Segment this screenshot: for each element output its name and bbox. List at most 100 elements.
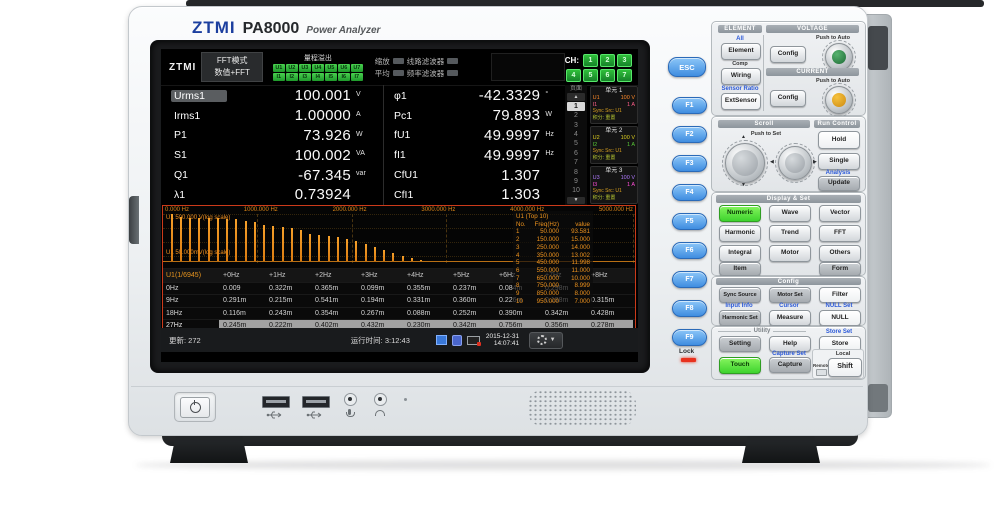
top10-freq: 550.000 [527,267,559,275]
top10-value: 13.002 [559,252,590,260]
display-button-fft[interactable]: FFT [819,225,861,242]
measurement-row[interactable]: λ10.73924 [171,185,378,205]
page-number[interactable]: 10 [567,186,585,195]
display-mode-box[interactable]: FFT模式 数值+FFT [201,52,263,82]
element-button[interactable]: Element [721,43,761,60]
page-down-icon[interactable]: ▼ [567,197,585,204]
measurement-row[interactable]: fI149.9997Hz [391,145,561,165]
measurement-row[interactable]: Q1-67.345var [171,165,378,185]
page-number[interactable]: 4 [567,130,585,139]
axis-tick-label: 2000.000 Hz [333,207,367,213]
fkey-f2[interactable]: F2 [672,126,707,143]
touch-button[interactable]: Touch [719,357,761,374]
measurement-value: 1.303 [431,186,540,203]
fkey-f7[interactable]: F7 [672,271,707,288]
null-button[interactable]: NULL [819,310,861,326]
fkey-f8[interactable]: F8 [672,300,707,317]
element-integration-status: 积分: 重置 [593,115,635,122]
measurement-row[interactable]: φ1-42.3329° [391,86,561,106]
ext-sensor-button[interactable]: ExtSensor [721,93,761,110]
display-button-vector[interactable]: Vector [819,205,861,222]
model-subtitle: Power Analyzer [306,25,380,36]
page-number[interactable]: 8 [567,167,585,176]
voltage-range-knob[interactable] [825,43,853,71]
item-button[interactable]: Item [719,262,761,276]
measurement-row[interactable]: CfU11.307 [391,165,561,185]
display-set-section: Display & Set NumericWaveVectorHarmonicT… [711,192,866,276]
display-button-motor[interactable]: Motor [769,245,811,262]
fkey-f3[interactable]: F3 [672,155,707,172]
shift-button[interactable]: Shift [828,358,862,377]
current-config-button[interactable]: Config [770,90,806,107]
motor-set-button[interactable]: Motor Set [769,287,811,303]
usb-icon [266,410,284,420]
fkey-f5[interactable]: F5 [672,213,707,230]
top10-value: 11.000 [559,267,590,275]
fft-harmonic-bar [337,237,339,262]
esc-button[interactable]: ESC [668,57,706,77]
top10-row: 150.00093.581 [516,228,590,236]
setting-button[interactable]: Setting [719,336,761,352]
display-button-numeric[interactable]: Numeric [719,205,761,222]
sync-source-button[interactable]: Sync Source [719,287,761,303]
page-strip-label: 页面 [570,85,582,92]
filter-button[interactable]: Filter [819,287,861,303]
fkey-f4[interactable]: F4 [672,184,707,201]
measurement-row[interactable]: Urms1100.001V [171,86,378,106]
lcd-screen[interactable]: ZTMI FFT模式 数值+FFT 量程溢出 U1U2U3U4U5U6U7 I1… [161,49,638,362]
update-button[interactable]: Update [818,176,860,191]
measurement-value: -67.345 [227,167,351,184]
top10-title: U1 (Top 10) [516,213,590,221]
display-button-harmonic[interactable]: Harmonic [719,225,761,242]
table-cell [587,283,633,294]
top10-no: 3 [516,244,527,252]
scroll-knob-vertical[interactable] [725,143,765,183]
element-info-box: 单元 1U1100 VI11 ASync Src: U1积分: 重置 [590,86,638,124]
measurement-row[interactable]: Pc179.893W [391,106,561,126]
fkey-f6[interactable]: F6 [672,242,707,259]
display-button-integral[interactable]: Integral [719,245,761,262]
page-number[interactable]: 9 [567,177,585,186]
top10-row: 4350.00013.002 [516,252,590,260]
power-button[interactable] [180,397,210,418]
voltage-config-button[interactable]: Config [770,46,806,63]
page-up-icon[interactable]: ▲ [567,93,585,100]
form-button[interactable]: Form [819,262,861,276]
settings-menu-button[interactable]: ▼ [529,332,563,349]
page-number[interactable]: 1 [567,102,585,111]
page-number[interactable]: 3 [567,121,585,130]
display-button-others[interactable]: Others [819,245,861,262]
channel-chip: 1 [583,54,598,67]
wiring-button[interactable]: Wiring [721,68,761,85]
measurement-row[interactable]: S1100.002VA [171,145,378,165]
top10-col-no: No. [516,221,527,229]
measurement-row[interactable]: Irms11.00000A [171,106,378,126]
page-number[interactable]: 6 [567,149,585,158]
help-button[interactable]: Help [769,336,811,352]
capture-button[interactable]: Capture [769,357,811,373]
fkey-f1[interactable]: F1 [672,97,707,114]
harmonic-set-button[interactable]: Harmonic Set [719,310,761,326]
hold-button[interactable]: Hold [818,131,860,149]
display-button-trend[interactable]: Trend [769,225,811,242]
brand-logo: ZTMI [192,18,236,38]
measurement-row[interactable]: fU149.9997Hz [391,126,561,146]
display-button-wave[interactable]: Wave [769,205,811,222]
scroll-knob-horizontal[interactable] [778,146,812,180]
top10-row: 10950.0007.000 [516,298,590,306]
page-number[interactable]: 2 [567,111,585,120]
measurement-column-right: φ1-42.3329°Pc179.893WfU149.9997HzfI149.9… [383,85,561,205]
measurement-row[interactable]: CfI11.303 [391,185,561,205]
page-number[interactable]: 7 [567,158,585,167]
measure-button[interactable]: Measure [769,310,811,326]
table-col-header: +3Hz [357,269,403,282]
measurement-row[interactable]: P173.926W [171,126,378,146]
page-strip: 页面 ▲ 12345678910 ▼ [565,85,586,205]
axis-tick-label: 3000.000 Hz [421,207,455,213]
fkey-f9[interactable]: F9 [672,329,707,346]
measurement-label: φ1 [391,90,431,102]
current-range-knob[interactable] [825,86,853,114]
channel-row-2: 4567 [565,69,632,82]
single-button[interactable]: Single [818,153,860,170]
page-number[interactable]: 5 [567,139,585,148]
